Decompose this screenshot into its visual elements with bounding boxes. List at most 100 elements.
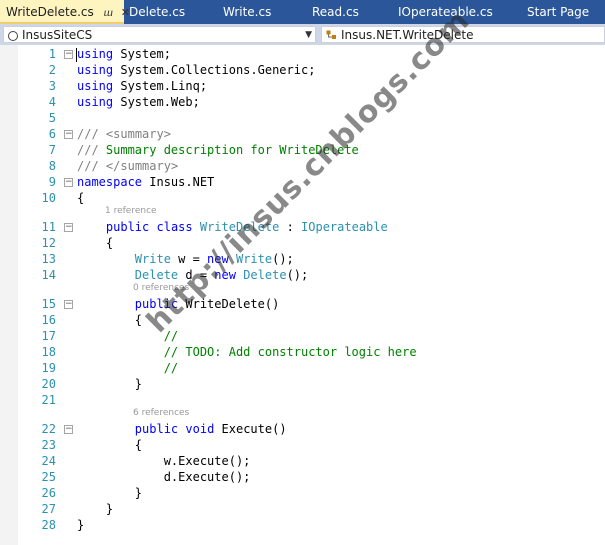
navigation-bar: InsusSiteCS ▼ Insus.NET.WriteDelete: [0, 24, 605, 45]
code-token: namespace: [77, 175, 143, 189]
document-tab-bar: WriteDelete.cs ⴍ ✕ Delete.cs Write.cs Re…: [0, 0, 605, 24]
line-number: 2: [48, 63, 56, 77]
code-line[interactable]: using System.Linq;: [77, 79, 207, 93]
project-name: InsusSiteCS: [22, 28, 93, 42]
project-icon: [8, 31, 18, 41]
code-line[interactable]: {: [77, 438, 142, 452]
code-line[interactable]: /// <summary>: [77, 127, 171, 141]
code-token: Write: [134, 252, 171, 266]
code-line[interactable]: Delete d = new Delete();: [77, 268, 308, 282]
code-token: new: [214, 268, 236, 282]
code-token: using: [77, 79, 114, 93]
member-dropdown[interactable]: Insus.NET.WriteDelete: [321, 26, 605, 43]
code-token: public: [134, 297, 179, 311]
code-line[interactable]: }: [77, 377, 142, 391]
indicator-margin: [0, 45, 18, 545]
collapse-region-icon[interactable]: −: [64, 130, 73, 139]
code-line[interactable]: }: [77, 518, 84, 532]
code-token: }: [77, 518, 85, 532]
tab-label: WriteDelete.cs: [6, 5, 94, 19]
code-token: w =: [170, 252, 208, 266]
codelens-references-link[interactable]: 6 references: [133, 408, 189, 418]
tab-label: Delete.cs: [129, 5, 186, 19]
line-number: 11: [41, 220, 56, 234]
code-token: {: [77, 191, 85, 205]
code-token: d.Execute();: [77, 470, 251, 484]
code-line[interactable]: namespace Insus.NET: [77, 175, 214, 189]
code-line[interactable]: }: [77, 502, 113, 516]
code-token: }: [77, 377, 143, 391]
code-token: IOperateable: [301, 220, 388, 234]
code-editor[interactable]: 1− using System; 2 using System.Collections…: [0, 3, 605, 545]
code-token: ();: [272, 252, 294, 266]
code-line[interactable]: using System.Collections.Generic;: [77, 63, 315, 77]
line-number: 25: [41, 470, 56, 484]
collapse-region-icon[interactable]: −: [64, 425, 73, 434]
code-token: System.Collections.Generic;: [113, 63, 316, 77]
tab-delete[interactable]: Delete.cs: [129, 0, 185, 24]
code-line[interactable]: d.Execute();: [77, 470, 251, 484]
code-line[interactable]: {: [77, 236, 113, 250]
pin-icon[interactable]: ⴍ: [104, 1, 113, 26]
code-token: void: [185, 422, 215, 436]
code-token: <summary>: [105, 127, 171, 141]
line-number: 14: [41, 268, 56, 282]
code-token: </summary>: [105, 159, 179, 173]
tab-ioperateable[interactable]: IOperateable.cs: [398, 0, 493, 24]
class-icon: [326, 30, 336, 39]
code-line[interactable]: {: [77, 191, 84, 205]
code-line[interactable]: //: [77, 361, 178, 375]
tab-label: IOperateable.cs: [398, 5, 493, 19]
line-number: 27: [41, 502, 56, 516]
code-line[interactable]: // TODO: Add constructor logic here: [77, 345, 417, 359]
code-token: :: [279, 220, 302, 234]
code-line[interactable]: /// Summary description for WriteDelete: [77, 143, 359, 157]
code-token: WriteDelete: [199, 220, 280, 234]
tab-start-page[interactable]: Start Page: [527, 0, 589, 24]
collapse-region-icon[interactable]: −: [64, 178, 73, 187]
collapse-region-icon[interactable]: −: [64, 50, 73, 59]
codelens-references-link[interactable]: 0 references: [133, 283, 189, 293]
codelens-references-link[interactable]: 1 reference: [105, 206, 157, 216]
line-number: 15: [41, 297, 56, 311]
code-token: {: [77, 313, 143, 327]
collapse-region-icon[interactable]: −: [64, 223, 73, 232]
code-line[interactable]: w.Execute();: [77, 454, 251, 468]
code-line[interactable]: Write w = new Write();: [77, 252, 294, 266]
line-number: 28: [41, 518, 56, 532]
code-token: Execute(): [214, 422, 287, 436]
line-number: 10: [41, 191, 56, 205]
project-dropdown[interactable]: InsusSiteCS ▼: [3, 26, 316, 43]
code-line[interactable]: //: [77, 329, 178, 343]
code-line[interactable]: using System;: [77, 47, 171, 61]
code-line[interactable]: }: [77, 486, 142, 500]
code-line[interactable]: using System.Web;: [77, 95, 200, 109]
line-number: 4: [48, 95, 56, 109]
code-token: //: [163, 329, 179, 343]
tab-writedelete[interactable]: WriteDelete.cs ⴍ ✕: [0, 0, 130, 26]
line-number: 23: [41, 438, 56, 452]
code-line[interactable]: public void Execute(): [77, 422, 287, 436]
code-token: d =: [178, 268, 215, 282]
code-line[interactable]: public class WriteDelete : IOperateable: [77, 220, 388, 234]
code-line[interactable]: /// </summary>: [77, 159, 178, 173]
code-token: public: [105, 220, 150, 234]
chevron-down-icon[interactable]: ▼: [305, 27, 312, 42]
code-token: using: [77, 63, 114, 77]
code-token: Delete: [243, 268, 287, 282]
code-token: {: [77, 236, 114, 250]
code-token: System;: [113, 47, 171, 61]
code-token: Summary description for WriteDelete: [98, 143, 359, 157]
code-line[interactable]: {: [77, 313, 142, 327]
collapse-region-icon[interactable]: −: [64, 300, 73, 309]
tab-read[interactable]: Read.cs: [312, 0, 359, 24]
code-line[interactable]: public WriteDelete(): [77, 297, 280, 311]
tab-write[interactable]: Write.cs: [223, 0, 271, 24]
